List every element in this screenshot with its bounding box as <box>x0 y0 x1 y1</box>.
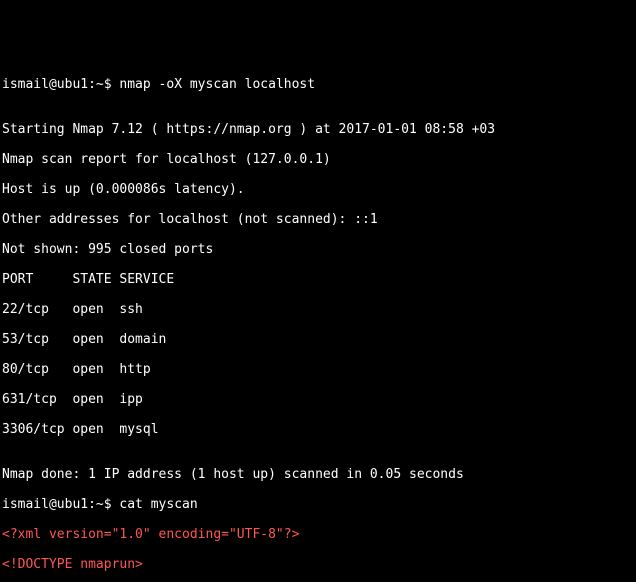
nmap-out-hostup: Host is up (0.000086s latency). <box>2 182 634 197</box>
prompt-sigil-2: $ <box>104 497 112 512</box>
prompt-line-2: ismail@ubu1:~$ cat myscan <box>2 497 634 512</box>
nmap-out-done: Nmap done: 1 IP address (1 host up) scan… <box>2 467 634 482</box>
nmap-out-port-631: 631/tcp open ipp <box>2 392 634 407</box>
xml-doctype: <!DOCTYPE nmaprun> <box>2 557 634 572</box>
prompt-path: ~ <box>96 77 104 92</box>
prompt-sep: : <box>88 77 96 92</box>
nmap-out-start: Starting Nmap 7.12 ( https://nmap.org ) … <box>2 122 634 137</box>
nmap-out-header: PORT STATE SERVICE <box>2 272 634 287</box>
nmap-out-notshown: Not shown: 995 closed ports <box>2 242 634 257</box>
nmap-out-port-22: 22/tcp open ssh <box>2 302 634 317</box>
nmap-out-port-3306: 3306/tcp open mysql <box>2 422 634 437</box>
xml-decl: <?xml version="1.0" encoding="UTF-8"?> <box>2 527 634 542</box>
nmap-out-otheraddr: Other addresses for localhost (not scann… <box>2 212 634 227</box>
command-2: cat myscan <box>112 497 198 512</box>
nmap-out-report: Nmap scan report for localhost (127.0.0.… <box>2 152 634 167</box>
prompt-user-host: ismail@ubu1 <box>2 77 88 92</box>
terminal-window[interactable]: ismail@ubu1:~$ nmap -oX myscan localhost… <box>0 60 636 582</box>
prompt-sep-2: : <box>88 497 96 512</box>
prompt-line-1: ismail@ubu1:~$ nmap -oX myscan localhost <box>2 77 634 92</box>
command-1: nmap -oX myscan localhost <box>112 77 316 92</box>
prompt-path-2: ~ <box>96 497 104 512</box>
nmap-out-port-80: 80/tcp open http <box>2 362 634 377</box>
nmap-out-port-53: 53/tcp open domain <box>2 332 634 347</box>
prompt-user-host-2: ismail@ubu1 <box>2 497 88 512</box>
prompt-sigil: $ <box>104 77 112 92</box>
